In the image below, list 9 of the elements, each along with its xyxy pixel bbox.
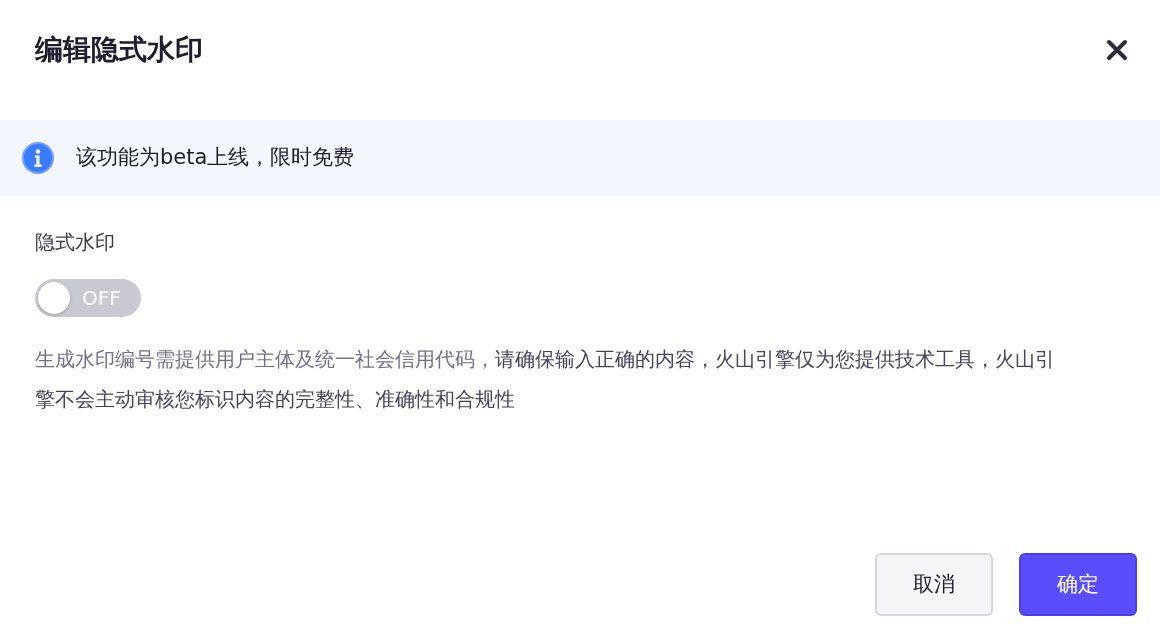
close-button[interactable] bbox=[1106, 39, 1128, 61]
field-label: 隐式水印 bbox=[35, 229, 116, 256]
confirm-button[interactable]: 确定 bbox=[1019, 553, 1137, 616]
info-icon bbox=[22, 141, 54, 174]
close-icon bbox=[1106, 39, 1128, 61]
notice-text: 该功能为beta上线，限时免费 bbox=[76, 143, 355, 171]
help-text: 生成水印编号需提供用户主体及统一社会信用代码，请确保输入正确的内容，火山引擎仅为您提供技术工具，火山引擎不会主动审核您标识内容的完整性、准确性和合规性 bbox=[35, 346, 1056, 413]
cancel-button[interactable]: 取消 bbox=[875, 553, 993, 616]
dialog-title: 编辑隐式水印 bbox=[35, 33, 203, 67]
